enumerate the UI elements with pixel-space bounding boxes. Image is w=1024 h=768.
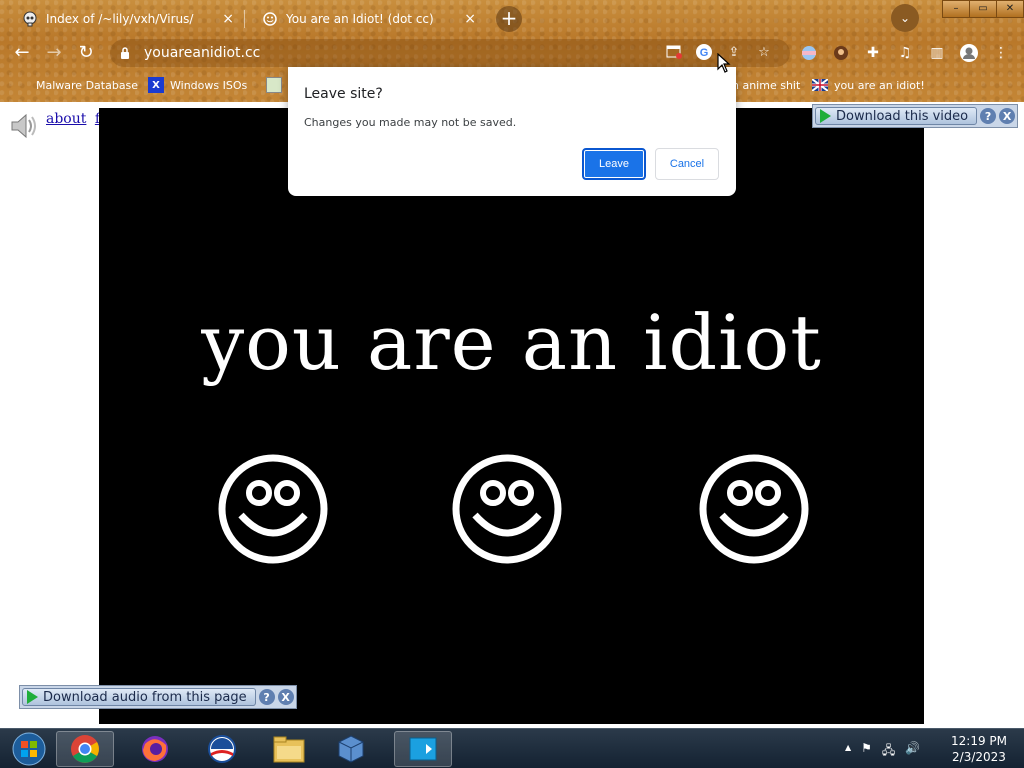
download-audio-label: Download audio from this page [43, 689, 247, 705]
download-video-label: Download this video [836, 108, 969, 124]
bookmark-you-are-an-idiot[interactable]: you are an idiot! [812, 76, 925, 94]
smiley-face-icon [452, 454, 562, 564]
taskbar-teamviewer[interactable] [394, 731, 452, 767]
action-center-flag-icon[interactable]: ⚑ [861, 741, 872, 762]
lock-icon [120, 46, 134, 60]
play-icon [27, 690, 38, 704]
mouse-cursor-icon [717, 53, 731, 73]
folder-icon [14, 77, 30, 93]
taskbar-clock[interactable]: 12:19 PM 2/3/2023 [946, 733, 1012, 765]
volume-icon[interactable]: 🔊 [905, 741, 920, 762]
taskbar-obama-app[interactable] [193, 731, 251, 767]
tab-title: You are an Idiot! (dot cc) [286, 12, 434, 26]
tab-title: Index of /~lily/vxh/Virus/ [46, 12, 194, 26]
skull-favicon-icon [22, 11, 38, 27]
download-video-bar: Download this video ? X [812, 104, 1019, 128]
taskbar-virtualbox[interactable] [322, 731, 380, 767]
new-tab-button[interactable]: + [496, 6, 522, 32]
bookmark-anime[interactable]: n anime shit [732, 76, 800, 94]
address-url: youareanidiot.cc [144, 45, 261, 61]
extension-icons: ✚ ♫ ▥ ⋮ [798, 42, 1012, 64]
image-icon [266, 77, 282, 93]
leave-button[interactable]: Leave [582, 148, 646, 180]
reload-icon[interactable]: ↻ [72, 40, 100, 66]
bookmark-label: n anime shit [732, 78, 801, 92]
taskbar-explorer[interactable] [260, 731, 318, 767]
google-lens-icon[interactable]: G [694, 42, 714, 62]
flag-extension-icon[interactable] [798, 42, 820, 64]
firefox-icon [142, 736, 168, 762]
taskbar-firefox[interactable] [126, 731, 184, 767]
help-icon[interactable]: ? [258, 689, 275, 705]
back-arrow-icon[interactable]: ← [8, 40, 36, 66]
help-icon[interactable]: ? [980, 108, 997, 124]
about-link[interactable]: about [46, 111, 86, 127]
bookmark-star-icon[interactable]: ☆ [754, 42, 774, 62]
remote-arrow-icon [409, 737, 437, 761]
extensions-puzzle-icon[interactable]: ✚ [862, 42, 884, 64]
dialog-message: Changes you made may not be saved. [304, 116, 517, 129]
smiley-face-icon [699, 454, 809, 564]
download-video-button[interactable]: Download this video [815, 107, 978, 125]
tab-search-chevron-icon[interactable]: ⌄ [891, 4, 919, 32]
media-control-icon[interactable]: ♫ [894, 42, 916, 64]
clock-time: 12:19 PM [951, 734, 1007, 748]
folder-icon [273, 736, 305, 763]
chrome-icon [71, 735, 99, 763]
bookmark-image[interactable] [266, 76, 288, 94]
bookmark-label: Windows ISOs [170, 78, 248, 92]
smiley-favicon-icon [262, 11, 278, 27]
tab-idiot[interactable]: You are an Idiot! (dot cc) × [244, 4, 486, 34]
forward-arrow-icon[interactable]: → [40, 40, 68, 66]
video-player[interactable]: you are an idiot [99, 108, 924, 724]
close-icon[interactable]: X [999, 108, 1016, 124]
download-audio-button[interactable]: Download audio from this page [22, 688, 256, 706]
clock-date: 2/3/2023 [952, 750, 1006, 764]
tab-close-icon[interactable]: × [222, 11, 234, 27]
x-logo-icon: X [148, 77, 164, 93]
maximize-button[interactable]: ▭ [969, 0, 997, 18]
smiley-face-icon [218, 454, 328, 564]
bookmark-windows-isos[interactable]: X Windows ISOs [148, 76, 247, 94]
browser-toolbar: ← → ↻ youareanidiot.cc G ⇪ ☆ ✚ ♫ ▥ ⋮ [0, 36, 1024, 70]
headline: you are an idiot [201, 298, 822, 387]
close-window-button[interactable]: ✕ [996, 0, 1024, 18]
window-controls: – ▭ ✕ [942, 0, 1024, 18]
minimize-button[interactable]: – [942, 0, 970, 18]
leave-site-dialog: Leave site? Changes you made may not be … [288, 67, 736, 196]
taskbar-chrome[interactable] [56, 731, 114, 767]
show-hidden-icons-icon[interactable]: ▲ [845, 741, 851, 762]
tab-index[interactable]: Index of /~lily/vxh/Virus/ × [4, 4, 244, 34]
system-tray: ▲ ⚑ 🖧 🔊 [845, 741, 920, 762]
menu-kebab-icon[interactable]: ⋮ [990, 42, 1012, 64]
avatar-extension-icon[interactable] [830, 42, 852, 64]
windows-logo-icon [12, 732, 46, 766]
network-icon[interactable]: 🖧 [882, 741, 895, 762]
obama-logo-icon [208, 735, 236, 763]
cancel-button[interactable]: Cancel [655, 148, 719, 180]
blocked-popup-icon[interactable] [664, 42, 684, 62]
speaker-icon[interactable] [8, 110, 40, 142]
dialog-title: Leave site? [304, 86, 383, 102]
side-panel-icon[interactable]: ▥ [926, 42, 948, 64]
play-icon [820, 109, 831, 123]
virtualbox-cube-icon [338, 735, 364, 763]
svg-text:G: G [700, 47, 709, 59]
taskbar: ▲ ⚑ 🖧 🔊 12:19 PM 2/3/2023 [0, 728, 1024, 768]
tab-close-icon[interactable]: × [464, 11, 476, 27]
download-audio-bar: Download audio from this page ? X [19, 685, 297, 709]
close-icon[interactable]: X [277, 689, 294, 705]
bookmark-label: Malware Database [36, 78, 139, 92]
bookmark-malware-database[interactable]: Malware Database [14, 76, 138, 94]
profile-icon[interactable] [958, 42, 980, 64]
uk-flag-icon [812, 77, 828, 93]
bookmark-label: you are an idiot! [834, 78, 925, 92]
start-button[interactable] [0, 731, 58, 767]
